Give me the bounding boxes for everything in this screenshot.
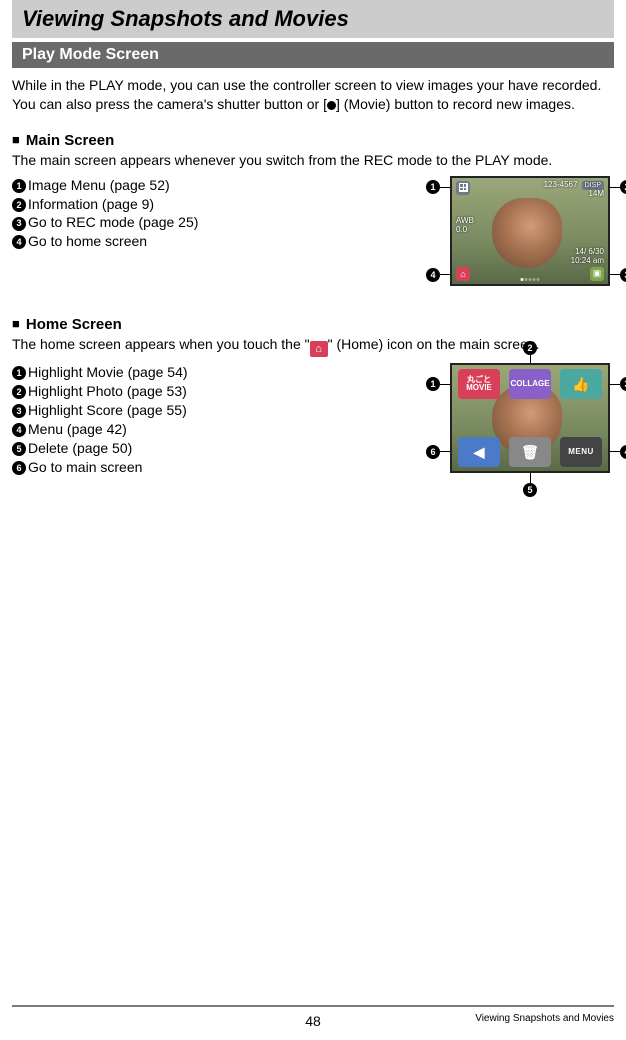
highlight-movie-button[interactable]: 丸ごと MOVIE: [458, 369, 500, 399]
callout-marker-4: 4: [426, 268, 440, 282]
ev-label: 0.0: [456, 225, 467, 234]
intro-text: While in the PLAY mode, you can use the …: [12, 76, 614, 114]
highlight-score-button[interactable]: 👍: [560, 369, 602, 399]
list-item-label: Go to home screen: [28, 233, 147, 249]
home-desc-part2: " (Home) icon on the main screen.: [328, 336, 540, 352]
section-title: Play Mode Screen: [12, 42, 614, 68]
list-item: 2Information (page 9): [12, 195, 198, 214]
callout-marker-6: 6: [426, 445, 440, 459]
callout-number: 1: [12, 179, 26, 193]
exposure-info: AWB 0.0: [456, 216, 474, 235]
home-screen-figure: 1 2 3 4 5 6 丸ごと MOVIE: [450, 363, 610, 473]
go-main-screen-button[interactable]: ◀: [458, 437, 500, 467]
callout-number: 4: [12, 423, 26, 437]
chapter-title: Viewing Snapshots and Movies: [12, 0, 614, 38]
file-number: 123-4567: [544, 180, 578, 189]
awb-label: AWB: [456, 216, 474, 225]
preview-image: [492, 198, 562, 268]
callout-marker-3: 3: [620, 268, 626, 282]
datetime-overlay: 14/ 6/30 10:24 am: [571, 248, 604, 266]
home-screen-heading: Home Screen: [12, 316, 614, 333]
resolution-label: 14M: [588, 189, 604, 198]
callout-marker-5: 5: [523, 483, 537, 497]
callout-number: 6: [12, 461, 26, 475]
delete-button[interactable]: 🗑: [509, 437, 551, 467]
movie-label-bottom: MOVIE: [466, 384, 492, 392]
callout-marker-2: 2: [620, 180, 626, 194]
list-item-label: Go to main screen: [28, 459, 142, 475]
callout-number: 3: [12, 404, 26, 418]
callout-number: 1: [12, 366, 26, 380]
callout-marker-3: 3: [620, 377, 626, 391]
page-dots: [521, 278, 540, 281]
date-label: 14/ 6/30: [575, 247, 604, 256]
list-item-label: Highlight Photo (page 53): [28, 383, 187, 399]
page-footer: 48 Viewing Snapshots and Movies: [0, 1005, 626, 1024]
main-screen-figure: 1 2 4 3 123-4567 DISP 14M A: [450, 176, 610, 286]
menu-button[interactable]: MENU: [560, 437, 602, 467]
list-item-label: Highlight Movie (page 54): [28, 364, 188, 380]
list-item: 1Image Menu (page 52): [12, 176, 198, 195]
intro-text-part2: ] (Movie) button to record new images.: [336, 96, 575, 112]
list-item: 6Go to main screen: [12, 458, 188, 477]
record-icon: [327, 101, 336, 110]
main-screen-preview: 123-4567 DISP 14M AWB 0.0 14/ 6/30 10:24…: [450, 176, 610, 286]
callout-number: 5: [12, 442, 26, 456]
list-item: 5Delete (page 50): [12, 439, 188, 458]
list-item-label: Image Menu (page 52): [28, 177, 170, 193]
list-item-label: Go to REC mode (page 25): [28, 214, 198, 230]
callout-number: 4: [12, 235, 26, 249]
footer-divider: [12, 1005, 614, 1007]
main-screen-list: 1Image Menu (page 52) 2Information (page…: [12, 176, 198, 252]
list-item: 1Highlight Movie (page 54): [12, 363, 188, 382]
home-icon[interactable]: ⌂: [456, 267, 470, 281]
time-label: 10:24 am: [571, 256, 604, 265]
callout-number: 2: [12, 385, 26, 399]
footer-chapter-label: Viewing Snapshots and Movies: [475, 1013, 614, 1024]
list-item: 3Highlight Score (page 55): [12, 401, 188, 420]
list-item-label: Information (page 9): [28, 196, 154, 212]
image-menu-icon[interactable]: [456, 181, 470, 195]
list-item-label: Highlight Score (page 55): [28, 402, 187, 418]
rec-mode-icon[interactable]: ▣: [590, 267, 604, 281]
callout-marker-1: 1: [426, 180, 440, 194]
home-icon-inline: ⌂: [310, 341, 328, 357]
list-item-label: Menu (page 42): [28, 421, 127, 437]
home-desc-part1: The home screen appears when you touch t…: [12, 336, 310, 352]
main-screen-heading: Main Screen: [12, 132, 614, 149]
page-number: 48: [305, 1013, 321, 1029]
list-item: 4Go to home screen: [12, 232, 198, 251]
main-screen-desc: The main screen appears whenever you swi…: [12, 151, 614, 170]
list-item: 2Highlight Photo (page 53): [12, 382, 188, 401]
callout-marker-1: 1: [426, 377, 440, 391]
info-overlay: 123-4567 DISP 14M: [544, 181, 604, 199]
list-item-label: Delete (page 50): [28, 440, 132, 456]
list-item: 4Menu (page 42): [12, 420, 188, 439]
callout-number: 3: [12, 217, 26, 231]
callout-marker-4: 4: [620, 445, 626, 459]
callout-number: 2: [12, 198, 26, 212]
highlight-photo-button[interactable]: COLLAGE: [509, 369, 551, 399]
list-item: 3Go to REC mode (page 25): [12, 213, 198, 232]
home-screen-list: 1Highlight Movie (page 54) 2Highlight Ph…: [12, 363, 188, 476]
callout-marker-2: 2: [523, 341, 537, 355]
home-screen-preview: 丸ごと MOVIE COLLAGE 👍 ◀ 🗑 MENU: [450, 363, 610, 473]
